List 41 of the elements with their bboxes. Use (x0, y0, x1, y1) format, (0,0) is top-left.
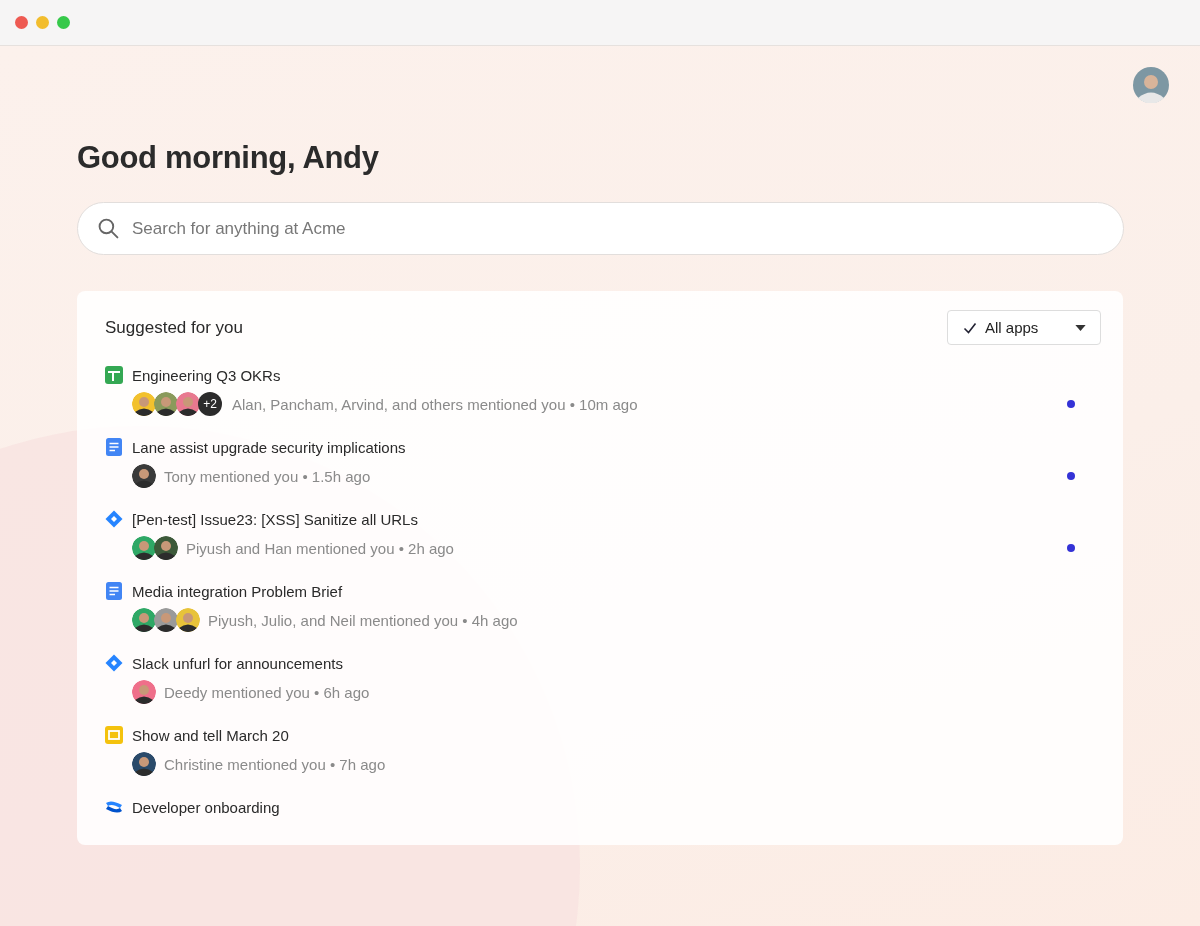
mention-info: Christine mentioned you • 7h ago (164, 755, 386, 773)
person-avatar (132, 392, 156, 416)
item-title[interactable]: Engineering Q3 OKRs (132, 366, 281, 384)
diamond-icon (105, 510, 123, 528)
close-button[interactable] (15, 16, 28, 29)
more-count: +2 (198, 392, 222, 416)
item-title[interactable]: Show and tell March 20 (132, 726, 289, 744)
minimize-button[interactable] (36, 16, 49, 29)
person-avatar (132, 464, 156, 488)
document-icon (105, 438, 123, 456)
person-avatar (132, 536, 156, 560)
person-avatar (132, 752, 156, 776)
document-icon (105, 582, 123, 600)
item-title[interactable]: [Pen-test] Issue23: [XSS] Sanitize all URLs (132, 510, 418, 528)
section-title: Suggested for you (105, 317, 243, 338)
slides-icon (105, 726, 123, 744)
diamond-icon (105, 654, 123, 672)
person-avatar (154, 536, 178, 560)
zoom-button[interactable] (57, 16, 70, 29)
mention-info: Deedy mentioned you • 6h ago (164, 683, 370, 701)
person-avatar (132, 680, 156, 704)
person-avatar (154, 608, 178, 632)
person-avatar (132, 608, 156, 632)
mention-info: Alan, Pancham, Arvind, and others mentioned you • 10m ago (232, 395, 638, 413)
greeting: Good morning, Andy (77, 140, 380, 176)
item-title[interactable]: Developer onboarding (132, 798, 280, 816)
mention-info: Piyush, Julio, and Neil mentioned you • 4h ago (208, 611, 518, 629)
item-title[interactable]: Media integration Problem Brief (132, 582, 343, 600)
sheet-icon (105, 366, 123, 384)
avatar[interactable] (1133, 67, 1169, 103)
item-title[interactable]: Slack unfurl for announcements (132, 654, 343, 672)
mention-info: Tony mentioned you • 1.5h ago (164, 467, 371, 485)
person-avatar (176, 392, 200, 416)
person-avatar (176, 608, 200, 632)
caret-icon (1075, 324, 1086, 331)
mention-info: Piyush and Han mentioned you • 2h ago (186, 539, 454, 557)
cross-icon (105, 798, 123, 816)
item-title[interactable]: Lane assist upgrade security implications (132, 438, 406, 456)
search-field[interactable]: Search for anything at Acme (77, 202, 1124, 255)
person-avatar (154, 392, 178, 416)
app-filter-dropdown[interactable]: All apps (947, 310, 1101, 345)
